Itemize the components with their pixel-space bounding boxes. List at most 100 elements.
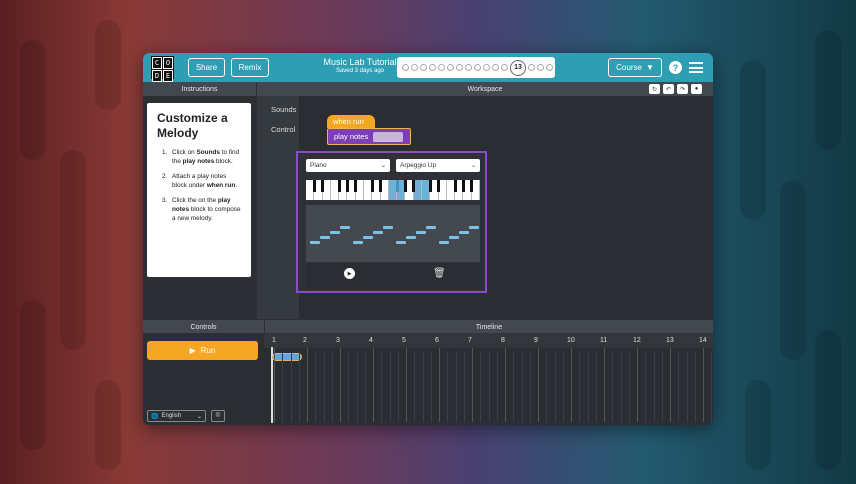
piano-black-key[interactable] — [337, 180, 341, 192]
note-marker[interactable] — [373, 231, 383, 234]
timeline-bar-line — [307, 348, 308, 422]
share-button[interactable]: Share — [188, 58, 225, 77]
play-notes-block[interactable]: play notes — [327, 128, 411, 145]
note-marker[interactable] — [363, 236, 373, 239]
timeline-beat-line — [620, 351, 622, 422]
timeline-sound-clip[interactable] — [272, 353, 302, 361]
note-marker[interactable] — [449, 236, 459, 239]
timeline-bar-line — [637, 348, 638, 422]
help-icon[interactable]: ? — [669, 61, 682, 74]
instruction-step: 2. Attach a play notes block under when r… — [162, 172, 238, 190]
piano-keyboard[interactable] — [306, 180, 480, 200]
note-marker[interactable] — [340, 226, 350, 229]
melody-preview-field[interactable] — [373, 131, 404, 142]
piano-black-key[interactable] — [354, 180, 358, 192]
hamburger-menu-icon[interactable] — [689, 62, 703, 73]
note-roll[interactable] — [306, 205, 480, 262]
comment-icon[interactable]: ● — [691, 84, 702, 94]
course-dropdown[interactable]: Course ▼ — [608, 58, 662, 77]
note-marker[interactable] — [353, 241, 363, 244]
level-dot[interactable] — [420, 64, 427, 71]
timeline-bar-number: 1 — [272, 337, 276, 344]
timeline-beat-line — [430, 351, 432, 422]
piano-black-key[interactable] — [428, 180, 432, 192]
piano-black-key[interactable] — [403, 180, 407, 192]
timeline-beat-line — [546, 351, 548, 422]
timeline-panel[interactable]: 1 2 3 4 5 6 7 8 9 10 11 12 13 14 — [264, 333, 713, 425]
when-run-block[interactable]: when run — [327, 115, 375, 128]
piano-black-key[interactable] — [312, 180, 316, 192]
note-marker[interactable] — [459, 231, 469, 234]
level-dot[interactable] — [483, 64, 490, 71]
timeline-bar-number: 8 — [501, 337, 505, 344]
undo-icon[interactable]: ↶ — [663, 84, 674, 94]
piano-black-key[interactable] — [437, 180, 441, 192]
toolbox-category-sounds[interactable]: Sounds — [271, 105, 296, 114]
timeline-bar-number: 7 — [468, 337, 472, 344]
copyright-icon[interactable]: © — [211, 410, 225, 422]
language-select[interactable]: 🌐 English ⌄ — [147, 410, 206, 422]
timeline-bar-number: 3 — [336, 337, 340, 344]
timeline-beat-line — [356, 351, 358, 422]
note-marker[interactable] — [426, 226, 436, 229]
timeline-bar-line — [604, 348, 605, 422]
instrument-select[interactable]: Piano ⌄ — [306, 159, 390, 172]
level-dot[interactable] — [528, 64, 535, 71]
level-dot[interactable] — [474, 64, 481, 71]
timeline-beat-line — [562, 351, 564, 422]
note-marker[interactable] — [416, 231, 426, 234]
note-marker[interactable] — [396, 241, 406, 244]
level-dot[interactable] — [546, 64, 553, 71]
timeline-bar-line — [703, 348, 704, 422]
note-marker[interactable] — [469, 226, 479, 229]
piano-black-key[interactable] — [453, 180, 457, 192]
timeline-beat-line — [653, 351, 655, 422]
play-icon[interactable]: ▶ — [344, 268, 355, 279]
level-dot[interactable] — [537, 64, 544, 71]
code-org-logo[interactable]: C O D E — [151, 56, 174, 82]
remix-button[interactable]: Remix — [231, 58, 269, 77]
note-marker[interactable] — [406, 236, 416, 239]
note-marker[interactable] — [320, 236, 330, 239]
piano-black-key[interactable] — [412, 180, 416, 192]
level-dot[interactable] — [438, 64, 445, 71]
timeline-bar-line — [406, 348, 407, 422]
level-dot[interactable] — [465, 64, 472, 71]
save-status: Saved 3 days ago — [335, 68, 385, 74]
workspace-header: Workspace — [257, 82, 713, 96]
language-value: English — [161, 413, 182, 419]
level-dot[interactable] — [429, 64, 436, 71]
piano-black-key[interactable] — [461, 180, 465, 192]
level-progress-bar: 13 — [397, 57, 555, 78]
run-button[interactable]: ▶ Run — [147, 341, 258, 360]
pattern-select[interactable]: Arpeggio Up ⌄ — [396, 159, 480, 172]
timeline-beat-line — [661, 351, 663, 422]
note-marker[interactable] — [383, 226, 393, 229]
level-dot[interactable] — [492, 64, 499, 71]
timeline-beat-line — [381, 351, 383, 422]
level-dot[interactable] — [501, 64, 508, 71]
piano-black-key[interactable] — [470, 180, 474, 192]
controls-header: Controls — [143, 320, 264, 334]
level-dot[interactable] — [456, 64, 463, 71]
timeline-beat-line — [579, 351, 581, 422]
piano-black-key[interactable] — [370, 180, 374, 192]
note-marker[interactable] — [330, 231, 340, 234]
level-dot[interactable] — [411, 64, 418, 71]
piano-black-key[interactable] — [379, 180, 383, 192]
toolbox-category-control[interactable]: Control — [271, 125, 295, 134]
timeline-bar-number: 2 — [303, 337, 307, 344]
piano-black-key[interactable] — [345, 180, 349, 192]
note-marker[interactable] — [439, 241, 449, 244]
piano-black-key[interactable] — [395, 180, 399, 192]
refresh-icon[interactable]: ↻ — [649, 84, 660, 94]
instructions-heading: Customize a Melody — [157, 111, 228, 140]
timeline-bar-line — [439, 348, 440, 422]
redo-icon[interactable]: ↷ — [677, 84, 688, 94]
trash-icon[interactable]: 🗑 — [433, 268, 446, 279]
piano-black-key[interactable] — [321, 180, 325, 192]
level-dot[interactable] — [402, 64, 409, 71]
current-level-indicator[interactable]: 13 — [510, 59, 526, 76]
note-marker[interactable] — [310, 241, 320, 244]
level-dot[interactable] — [447, 64, 454, 71]
